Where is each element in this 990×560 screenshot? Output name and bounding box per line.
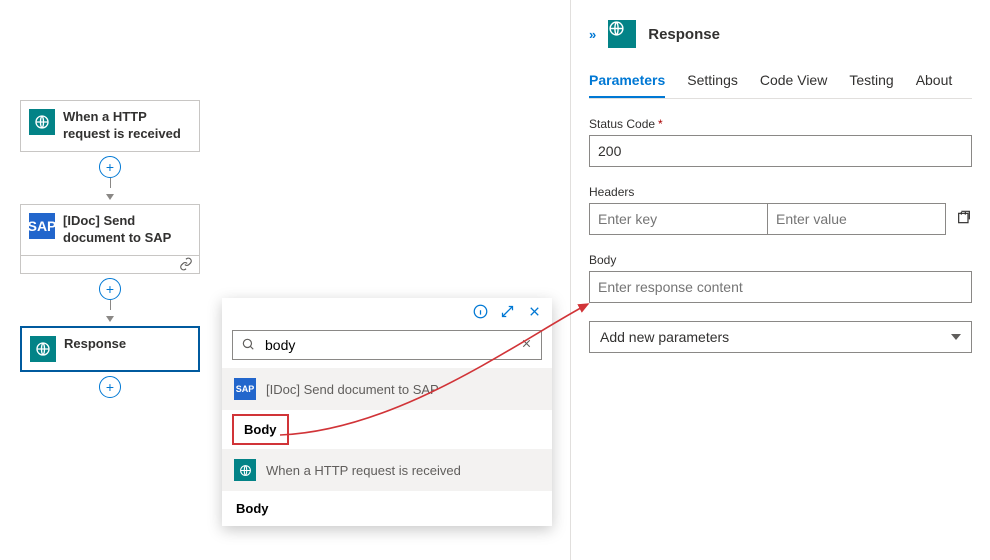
node-label: [IDoc] Send document to SAP	[63, 213, 191, 247]
node-connection-indicator[interactable]	[20, 256, 200, 274]
tab-parameters[interactable]: Parameters	[589, 66, 665, 98]
panel-tabs: Parameters Settings Code View Testing Ab…	[589, 66, 972, 99]
token-body-sap[interactable]: Body	[232, 414, 289, 445]
add-step-button[interactable]: +	[99, 376, 121, 398]
sap-icon: SAP	[29, 213, 55, 239]
group-title: When a HTTP request is received	[266, 463, 461, 478]
response-icon	[30, 336, 56, 362]
token-group-header-http[interactable]: When a HTTP request is received	[222, 449, 552, 491]
token-group-header-sap[interactable]: SAP [IDoc] Send document to SAP	[222, 368, 552, 410]
collapse-icon[interactable]: »	[589, 27, 596, 42]
connector: +	[20, 274, 200, 326]
node-label: Response	[64, 336, 126, 353]
http-icon	[234, 459, 256, 481]
tab-testing[interactable]: Testing	[849, 66, 893, 98]
token-search[interactable]	[232, 330, 542, 360]
chevron-down-icon	[951, 334, 961, 340]
node-http-trigger[interactable]: When a HTTP request is received	[20, 100, 200, 152]
add-step-button[interactable]: +	[99, 278, 121, 300]
connector: +	[20, 372, 200, 402]
token-body-http[interactable]: Body	[222, 491, 552, 526]
status-code-label: Status Code*	[589, 117, 972, 131]
add-parameters-select[interactable]: Add new parameters	[589, 321, 972, 353]
node-label: When a HTTP request is received	[63, 109, 191, 143]
panel-title: Response	[648, 26, 720, 43]
details-panel: » Response Parameters Settings Code View…	[570, 0, 990, 560]
close-icon[interactable]	[527, 304, 542, 322]
add-step-button[interactable]: +	[99, 156, 121, 178]
sap-icon: SAP	[234, 378, 256, 400]
header-value-input[interactable]	[768, 203, 946, 235]
tab-settings[interactable]: Settings	[687, 66, 738, 98]
connector: +	[20, 152, 200, 204]
headers-label: Headers	[589, 185, 972, 199]
token-picker: SAP [IDoc] Send document to SAP Body Whe…	[222, 298, 552, 526]
search-input[interactable]	[263, 336, 512, 354]
switch-mode-icon[interactable]	[956, 210, 972, 229]
header-key-input[interactable]	[589, 203, 768, 235]
search-icon	[241, 337, 255, 354]
tab-code-view[interactable]: Code View	[760, 66, 827, 98]
http-icon	[29, 109, 55, 135]
node-sap-send[interactable]: SAP [IDoc] Send document to SAP	[20, 204, 200, 256]
expand-icon[interactable]	[500, 304, 515, 322]
clear-icon[interactable]	[520, 337, 533, 353]
select-label: Add new parameters	[600, 329, 729, 345]
body-input[interactable]	[589, 271, 972, 303]
node-response[interactable]: Response	[20, 326, 200, 372]
group-title: [IDoc] Send document to SAP	[266, 382, 439, 397]
body-label: Body	[589, 253, 972, 267]
status-code-input[interactable]	[589, 135, 972, 167]
response-icon	[608, 20, 636, 48]
info-icon[interactable]	[473, 304, 488, 322]
workflow-canvas: When a HTTP request is received + SAP [I…	[20, 100, 200, 402]
link-icon	[179, 257, 193, 271]
tab-about[interactable]: About	[916, 66, 953, 98]
